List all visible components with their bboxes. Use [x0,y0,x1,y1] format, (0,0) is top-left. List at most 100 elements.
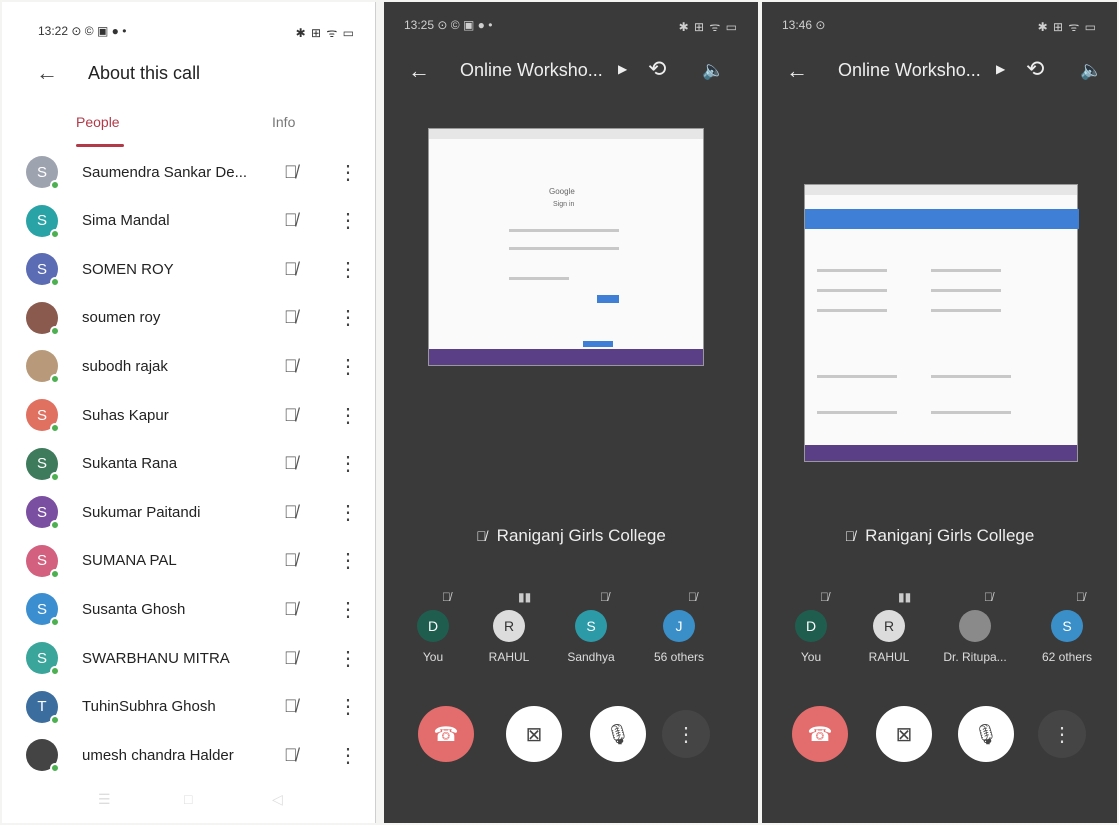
mic-toggle-button[interactable]: 🎙 [590,706,646,762]
end-call-button[interactable]: ☎ [792,706,848,762]
mic-off-icon: 🎙̸ [284,647,298,668]
video-off-icon: ⊠ [895,723,913,746]
more-vert-icon[interactable]: ⋮ [338,451,358,476]
mic-toggle-button[interactable]: 🎙 [958,706,1014,762]
online-indicator [50,568,60,579]
participant-tile[interactable]: 🎙̸ Dr. Ritupa... [940,590,1010,664]
page-title: About this call [88,63,201,83]
back-arrow-icon[interactable]: ← [36,60,58,86]
avatar: S [1051,610,1083,642]
mic-off-icon: 🎙 [605,723,631,746]
participant-tile[interactable]: 🎙̸ D You [398,590,468,664]
more-vert-icon[interactable]: ⋮ [338,597,358,622]
status-time: 13:22 [38,24,69,38]
switch-camera-icon[interactable]: ⟲ [1026,56,1044,82]
participant-tile[interactable]: 🎙̸ S Sandhya [556,590,626,664]
avatar-initial: J [675,618,683,634]
more-vert-icon[interactable]: ⋮ [338,305,358,330]
avatar: D [795,610,827,642]
phone-hangup-icon: ☎ [807,723,833,746]
notification-icons: ⊙ [815,18,826,32]
screen-share-preview: Google Sign in [428,128,704,366]
end-call-button[interactable]: ☎ [418,706,474,762]
participant-label: You [800,650,822,664]
participant-name: subodh rajak [82,357,168,375]
meeting-title[interactable]: Online Worksho... [460,60,603,81]
speaker-icon[interactable]: 🔈 [1080,60,1102,81]
participant-tile[interactable]: 🎙̸ D You [776,590,846,664]
more-vert-icon[interactable]: ⋮ [338,208,358,233]
browser-bar [805,185,1077,195]
taskbar [805,445,1077,461]
more-options-button[interactable]: ⋮ [662,710,710,758]
cookie-button [583,341,613,347]
participant-name: Saumendra Sankar De... [82,163,248,181]
back-arrow-icon[interactable]: ← [786,58,808,84]
content-line [931,269,1001,272]
mic-off-icon: 🎙̸ [984,590,993,604]
participant-label: RAHUL [488,650,530,664]
more-options-button[interactable]: ⋮ [1038,710,1086,758]
mic-off-icon: 🎙̸ [688,590,697,604]
online-indicator [50,617,60,628]
participant-row[interactable]: S Susanta Ghosh 🎙̸ ⋮ [2,585,375,633]
more-vert-icon[interactable]: ⋮ [338,694,358,719]
chevron-right-icon[interactable]: ▶ [996,62,1005,76]
participant-tile[interactable]: 🎙̸ J 56 others [644,590,714,664]
participant-row[interactable]: S SWARBHANU MITRA 🎙̸ ⋮ [2,634,375,682]
speaker-icon[interactable]: 🔈 [702,60,724,81]
home-nav-icon[interactable]: □ [184,791,192,807]
participant-row[interactable]: subodh rajak 🎙̸ ⋮ [2,342,375,390]
avatar: R [873,610,905,642]
participant-label: You [422,650,444,664]
participant-name: Sima Mandal [82,212,170,230]
camera-toggle-button[interactable]: ⊠ [506,706,562,762]
participant-row[interactable]: S Saumendra Sankar De... 🎙̸ ⋮ [2,148,375,196]
video-off-icon: ⊠ [525,723,543,746]
participant-label: Sandhya [567,650,615,664]
participant-row[interactable]: umesh chandra Halder 🎙̸ ⋮ [2,731,375,779]
avatar-initial: S [36,552,47,570]
participant-label: 56 others [653,650,705,664]
call-controls: ☎ ⊠ 🎙 ⋮ [762,706,1117,766]
back-arrow-icon[interactable]: ← [408,58,430,84]
more-vert-icon[interactable]: ⋮ [338,403,358,428]
chevron-right-icon[interactable]: ▶ [618,62,627,76]
more-vert-icon[interactable]: ⋮ [338,743,358,768]
avatar: R [493,610,525,642]
field-line [509,277,569,280]
participant-row[interactable]: S Suhas Kapur 🎙̸ ⋮ [2,391,375,439]
content-line [817,269,887,272]
participant-row[interactable]: S Sukanta Rana 🎙̸ ⋮ [2,440,375,488]
status-bar: 13:22 ⊙ © ▣ ● • ✱ ⊞ ᯤ ▭ [38,24,355,42]
avatar: S [26,642,60,676]
more-vert-icon[interactable]: ⋮ [338,354,358,379]
participant-row[interactable]: soumen roy 🎙̸ ⋮ [2,294,375,342]
participant-row[interactable]: S Sima Mandal 🎙̸ ⋮ [2,197,375,245]
more-vert-icon[interactable]: ⋮ [338,548,358,573]
mic-off-icon: 🎙̸ [442,590,451,604]
camera-toggle-button[interactable]: ⊠ [876,706,932,762]
participant-tile[interactable]: ▮▮ R RAHUL [854,590,924,664]
menu-nav-icon[interactable]: ☰ [98,791,111,808]
online-indicator [50,763,60,774]
back-nav-icon[interactable]: ◁ [272,791,283,808]
tab-info[interactable]: Info [272,114,295,130]
more-vert-icon[interactable]: ⋮ [338,500,358,525]
avatar-initial: S [36,503,47,521]
participant-strip: 🎙̸ D You ▮▮ R RAHUL 🎙̸ Dr. Ritupa... 🎙̸ S 62 other… [762,590,1117,680]
participant-name: SOMEN ROY [82,260,174,278]
more-vert-icon[interactable]: ⋮ [338,257,358,282]
participant-tile[interactable]: 🎙̸ S 62 others [1032,590,1102,664]
participant-row[interactable]: S Sukumar Paitandi 🎙̸ ⋮ [2,488,375,536]
mic-off-icon: 🎙̸ [1076,590,1085,604]
tab-people[interactable]: People [76,114,120,130]
more-vert-icon[interactable]: ⋮ [338,160,358,185]
participant-tile[interactable]: ▮▮ R RAHUL [474,590,544,664]
more-vert-icon[interactable]: ⋮ [338,646,358,671]
participant-row[interactable]: S SOMEN ROY 🎙̸ ⋮ [2,245,375,293]
participant-row[interactable]: S SUMANA PAL 🎙̸ ⋮ [2,537,375,585]
participant-row[interactable]: T TuhinSubhra Ghosh 🎙̸ ⋮ [2,683,375,731]
meeting-title[interactable]: Online Worksho... [838,60,981,81]
switch-camera-icon[interactable]: ⟲ [648,56,666,82]
